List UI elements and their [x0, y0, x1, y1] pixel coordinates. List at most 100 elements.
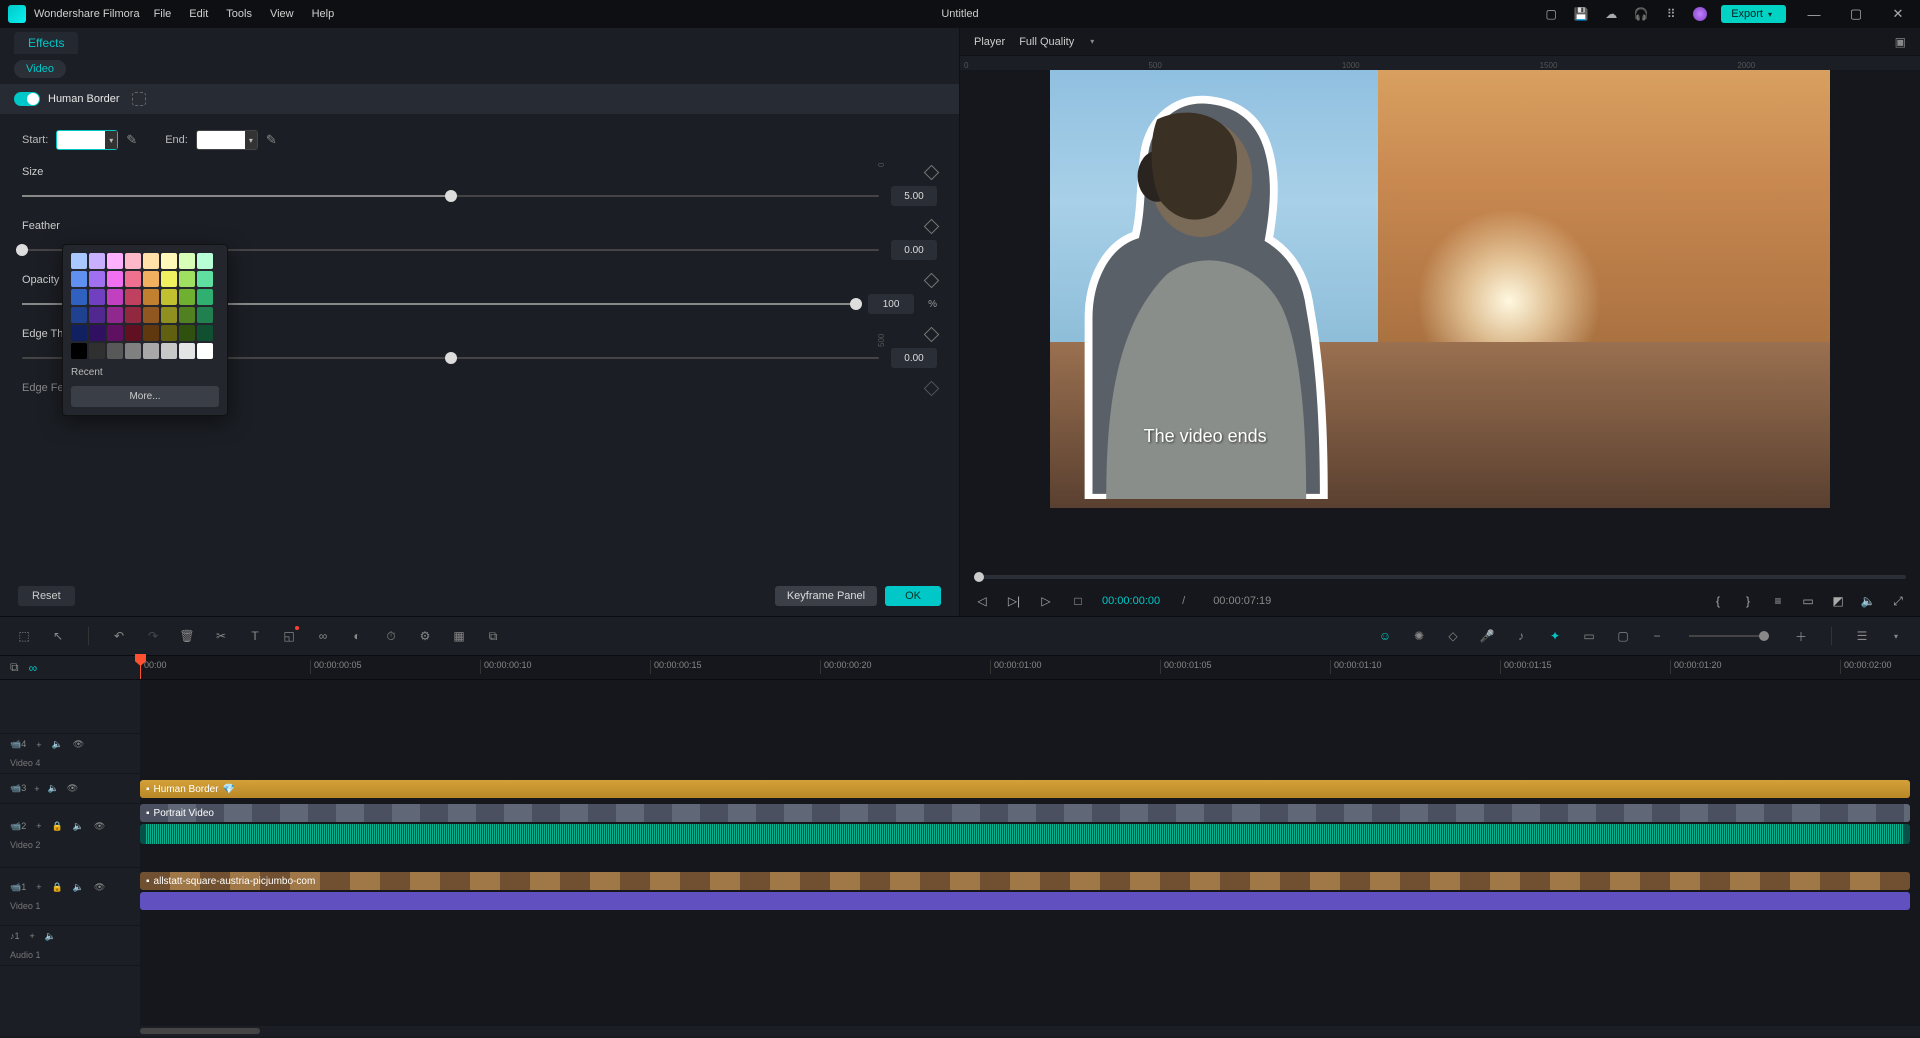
color-swatch[interactable] [197, 253, 213, 269]
quality-dropdown[interactable]: Full Quality▾ [1019, 36, 1094, 48]
redo-icon[interactable]: ↷ [145, 628, 161, 644]
prev-frame-button[interactable]: ◁ [974, 594, 990, 608]
color-swatch[interactable] [89, 307, 105, 323]
minimize-button[interactable]: — [1800, 7, 1828, 22]
color-swatch[interactable] [125, 289, 141, 305]
mark-in-icon[interactable]: { [1710, 594, 1726, 608]
color-swatch[interactable] [143, 253, 159, 269]
color-swatch[interactable] [197, 307, 213, 323]
timeline-ruler[interactable]: 00:0000:00:00:0500:00:00:1000:00:00:1500… [140, 656, 1920, 679]
ai-smile-icon[interactable]: ☺ [1377, 628, 1393, 644]
tracks-area[interactable]: ▪Human Border💎 ▪Portrait Video ▪allstatt… [140, 680, 1920, 1026]
color-swatch[interactable] [161, 271, 177, 287]
opacity-value[interactable]: 100 [868, 294, 914, 314]
music-icon[interactable]: ♪ [1513, 628, 1529, 644]
clip-human-border[interactable]: ▪Human Border💎 [140, 780, 1910, 798]
clip-portrait[interactable]: ▪Portrait Video [140, 804, 1910, 822]
color-swatch[interactable] [161, 307, 177, 323]
gear-icon[interactable]: ✺ [1411, 628, 1427, 644]
apps-icon[interactable]: ⠿ [1663, 6, 1679, 22]
more-colors-button[interactable]: More... [71, 386, 219, 407]
color-swatch[interactable] [143, 289, 159, 305]
display-icon[interactable]: ▭ [1800, 594, 1816, 608]
color-swatch[interactable] [197, 325, 213, 341]
color-swatch[interactable] [179, 271, 195, 287]
timeline-scrollbar[interactable] [0, 1026, 1920, 1036]
size-slider[interactable] [22, 195, 879, 197]
copy-icon[interactable]: ⧉ [485, 628, 501, 644]
eyedropper-end-icon[interactable]: ✎ [266, 132, 277, 148]
color-swatch[interactable] [179, 325, 195, 341]
color-swatch[interactable] [143, 343, 159, 359]
cloud-icon[interactable]: ☁ [1603, 6, 1619, 22]
play-button[interactable]: ▷ [1038, 594, 1054, 608]
color-swatch[interactable] [197, 289, 213, 305]
camera-icon[interactable]: ◩ [1830, 594, 1846, 608]
delete-icon[interactable]: 🗑 [179, 628, 195, 644]
color-swatch[interactable] [125, 307, 141, 323]
color-swatch[interactable] [89, 325, 105, 341]
color-swatch[interactable] [197, 343, 213, 359]
edge-thickness-value[interactable]: 0.00 [891, 348, 937, 368]
pip-icon[interactable]: ▢ [1615, 628, 1631, 644]
effect-toggle[interactable] [14, 92, 40, 106]
play-forward-button[interactable]: ▷| [1006, 594, 1022, 608]
size-value[interactable]: 5.00 [891, 186, 937, 206]
color-swatch[interactable] [125, 253, 141, 269]
color-swatch[interactable] [107, 289, 123, 305]
fullscreen-icon[interactable]: ⤢ [1890, 594, 1906, 609]
color-swatch[interactable] [71, 289, 87, 305]
menu-help[interactable]: Help [312, 8, 335, 20]
eyedropper-start-icon[interactable]: ✎ [126, 132, 137, 148]
color-swatch[interactable] [161, 325, 177, 341]
snapshot-icon[interactable]: ▣ [1895, 35, 1906, 49]
mute-icon[interactable]: 🔈 [51, 739, 62, 750]
opacity-keyframe[interactable] [924, 272, 940, 288]
end-color-dropdown[interactable]: ▾ [196, 130, 258, 150]
color-swatch[interactable] [161, 289, 177, 305]
ok-button[interactable]: OK [885, 586, 941, 606]
color-swatch[interactable] [71, 307, 87, 323]
avatar[interactable] [1693, 7, 1707, 21]
support-icon[interactable]: 🎧 [1633, 6, 1649, 22]
color-swatch[interactable] [179, 343, 195, 359]
edge-feather-keyframe[interactable] [924, 380, 940, 396]
menu-edit[interactable]: Edit [189, 8, 208, 20]
color-swatch[interactable] [107, 307, 123, 323]
zoom-in-icon[interactable]: ＋ [1793, 628, 1809, 644]
color-swatch[interactable] [125, 271, 141, 287]
color-swatch[interactable] [125, 343, 141, 359]
color-swatch[interactable] [179, 307, 195, 323]
text-tool-icon[interactable]: T [247, 628, 263, 644]
layout-icon[interactable]: ▢ [1543, 6, 1559, 22]
adjust-icon[interactable]: ⚙ [417, 628, 433, 644]
color-swatch[interactable] [107, 253, 123, 269]
add-track-icon[interactable]: + [36, 740, 41, 750]
color-swatch[interactable] [89, 271, 105, 287]
color-swatch[interactable] [89, 253, 105, 269]
undo-icon[interactable]: ↶ [111, 628, 127, 644]
color-swatch[interactable] [143, 307, 159, 323]
pointer-tool-icon[interactable]: ↖ [50, 628, 66, 644]
mic-icon[interactable]: 🎤 [1479, 628, 1495, 644]
zoom-out-icon[interactable]: − [1649, 628, 1665, 644]
color-swatch[interactable] [107, 343, 123, 359]
color-swatch[interactable] [89, 343, 105, 359]
feather-value[interactable]: 0.00 [891, 240, 937, 260]
color-swatch[interactable] [161, 253, 177, 269]
track-view-icon[interactable]: ☰ [1854, 628, 1870, 644]
color-swatch[interactable] [143, 325, 159, 341]
feather-keyframe[interactable] [924, 218, 940, 234]
volume-icon[interactable]: 🔈 [1860, 594, 1876, 608]
color-swatch[interactable] [71, 343, 87, 359]
clip-background[interactable]: ▪allstatt-square-austria-picjumbo-com [140, 872, 1910, 890]
color-swatch[interactable] [125, 325, 141, 341]
color-swatch[interactable] [71, 325, 87, 341]
color-swatch[interactable] [71, 253, 87, 269]
color-swatch[interactable] [179, 289, 195, 305]
stop-button[interactable]: □ [1070, 594, 1086, 608]
favorite-icon[interactable] [132, 92, 146, 106]
reset-button[interactable]: Reset [18, 586, 75, 606]
playhead[interactable] [140, 656, 141, 679]
mark-out-icon[interactable]: } [1740, 594, 1756, 608]
